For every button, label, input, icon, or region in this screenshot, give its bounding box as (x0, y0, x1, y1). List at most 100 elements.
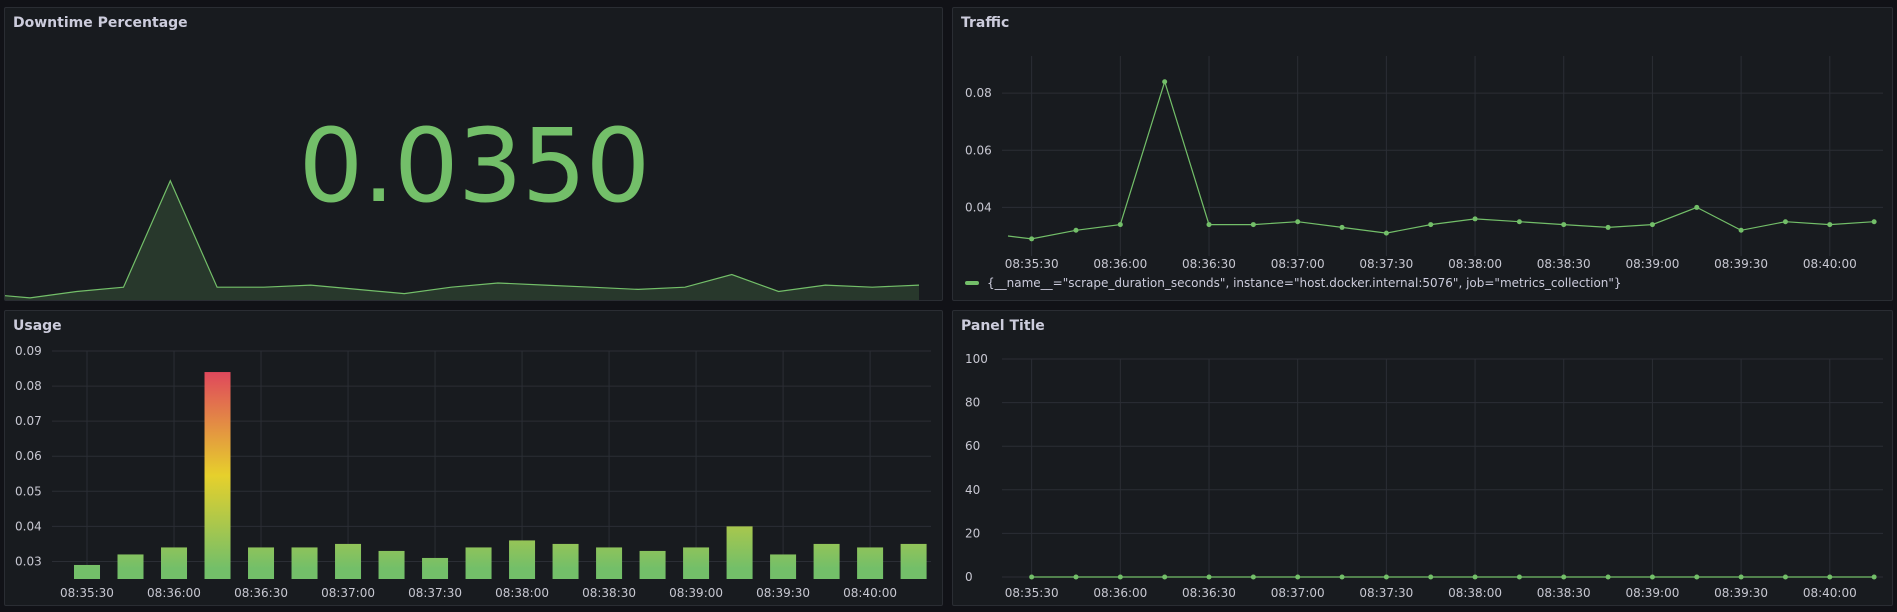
data-point (1782, 574, 1788, 580)
y-tick-label: 0.03 (15, 554, 42, 568)
x-tick-label: 08:36:30 (234, 586, 288, 600)
data-point (1738, 574, 1744, 580)
data-point (1516, 574, 1522, 580)
bar (726, 526, 753, 579)
data-point (1605, 574, 1611, 580)
y-tick-label: 20 (965, 526, 980, 540)
data-point (1162, 574, 1168, 580)
x-tick-label: 08:35:30 (60, 586, 114, 600)
y-tick-label: 100 (965, 352, 988, 366)
x-tick-label: 08:38:00 (1448, 586, 1502, 600)
bar (248, 547, 275, 579)
bar (422, 557, 449, 579)
traffic-chart[interactable]: 08:35:30 08:36:00 08:36:30 08:37:00 08:37:30… (953, 8, 1893, 300)
x-tick-label: 08:40:00 (1803, 257, 1857, 271)
bar (291, 547, 318, 579)
x-tick-label: 08:38:30 (582, 586, 636, 600)
data-point (1827, 574, 1833, 580)
x-tick-label: 08:37:00 (1271, 257, 1325, 271)
x-tick-label: 08:37:30 (1359, 257, 1413, 271)
y-tick-label: 60 (965, 439, 980, 453)
data-point (1472, 574, 1478, 580)
series-line (1007, 79, 1875, 240)
y-tick-label: 0.05 (15, 484, 42, 498)
y-tick-label: 0.08 (15, 379, 42, 393)
data-point (1827, 222, 1833, 228)
bar (639, 550, 666, 579)
x-tick-label: 08:40:00 (843, 586, 897, 600)
data-point (1206, 222, 1212, 228)
bar (683, 547, 710, 579)
x-tick-label: 08:39:30 (1714, 257, 1768, 271)
bar (74, 564, 101, 579)
bar (813, 543, 840, 579)
data-point (1250, 222, 1256, 228)
data-point (1782, 219, 1788, 225)
x-tick-label: 08:36:30 (1182, 257, 1236, 271)
y-tick-label: 0.04 (965, 200, 992, 214)
x-tick-label: 08:35:30 (1005, 257, 1059, 271)
data-point (1428, 222, 1434, 228)
bar (596, 547, 623, 579)
bar (161, 547, 188, 579)
data-point (1605, 224, 1611, 230)
data-point (1073, 227, 1079, 233)
legend-swatch (965, 281, 979, 285)
traffic-legend[interactable]: {__name__="scrape_duration_seconds", ins… (965, 276, 1622, 290)
data-point (1428, 574, 1434, 580)
x-tick-label: 08:37:00 (1271, 586, 1325, 600)
data-point (1339, 574, 1345, 580)
data-point (1561, 222, 1567, 228)
data-point (1117, 574, 1123, 580)
data-point (1383, 230, 1389, 236)
data-point (1383, 574, 1389, 580)
data-point (1029, 574, 1035, 580)
y-tick-label: 0 (965, 570, 973, 584)
x-tick-label: 08:38:00 (495, 586, 549, 600)
panel4-line-chart[interactable]: 08:35:30 08:36:00 08:36:30 08:37:00 08:37:30… (953, 311, 1893, 605)
data-point (1250, 574, 1256, 580)
data-point (1339, 224, 1345, 230)
data-point (1206, 574, 1212, 580)
x-tick-label: 08:39:00 (1625, 257, 1679, 271)
usage-panel[interactable]: Usage 08:35:30 08:36:00 08:36:30 08:37:00 08… (4, 310, 943, 606)
data-point (1561, 574, 1567, 580)
x-tick-label: 08:39:30 (756, 586, 810, 600)
x-tick-label: 08:36:00 (1093, 586, 1147, 600)
data-point (1871, 219, 1877, 225)
y-tick-label: 40 (965, 483, 980, 497)
bar (857, 547, 884, 579)
data-point (1295, 574, 1301, 580)
data-point (1694, 204, 1700, 210)
bar (900, 543, 927, 579)
usage-bar-chart[interactable]: 08:35:30 08:36:00 08:36:30 08:37:00 08:37:30… (5, 311, 943, 605)
y-tick-label: 0.08 (965, 86, 992, 100)
bar (204, 372, 231, 579)
bar (509, 540, 536, 579)
data-point (1516, 219, 1522, 225)
y-tick-label: 80 (965, 396, 980, 410)
data-point (1472, 216, 1478, 222)
bar (465, 547, 492, 579)
y-tick-label: 0.04 (15, 519, 42, 533)
x-tick-label: 08:38:30 (1537, 586, 1591, 600)
x-tick-label: 08:37:30 (408, 586, 462, 600)
bar (378, 550, 405, 579)
x-tick-label: 08:37:00 (321, 586, 375, 600)
downtime-stat-value: 0.0350 (298, 107, 651, 226)
bar (770, 554, 797, 579)
y-tick-label: 0.07 (15, 414, 42, 428)
bar (335, 543, 362, 579)
data-point (1738, 227, 1744, 233)
x-tick-label: 08:39:30 (1714, 586, 1768, 600)
downtime-percentage-panel[interactable]: Downtime Percentage 0.0350 (4, 7, 943, 301)
data-point (1649, 574, 1655, 580)
x-tick-label: 08:37:30 (1359, 586, 1413, 600)
data-point (1694, 574, 1700, 580)
x-tick-label: 08:35:30 (1005, 586, 1059, 600)
bar (552, 543, 579, 579)
legend-label[interactable]: {__name__="scrape_duration_seconds", ins… (987, 276, 1622, 290)
panel-title-panel[interactable]: Panel Title 08:35:30 08:36:00 08:36:30 08:3… (952, 310, 1893, 606)
traffic-panel[interactable]: Traffic 08:35:30 08:36:00 08:36:30 08:37:00… (952, 7, 1893, 301)
data-point (1162, 79, 1168, 85)
